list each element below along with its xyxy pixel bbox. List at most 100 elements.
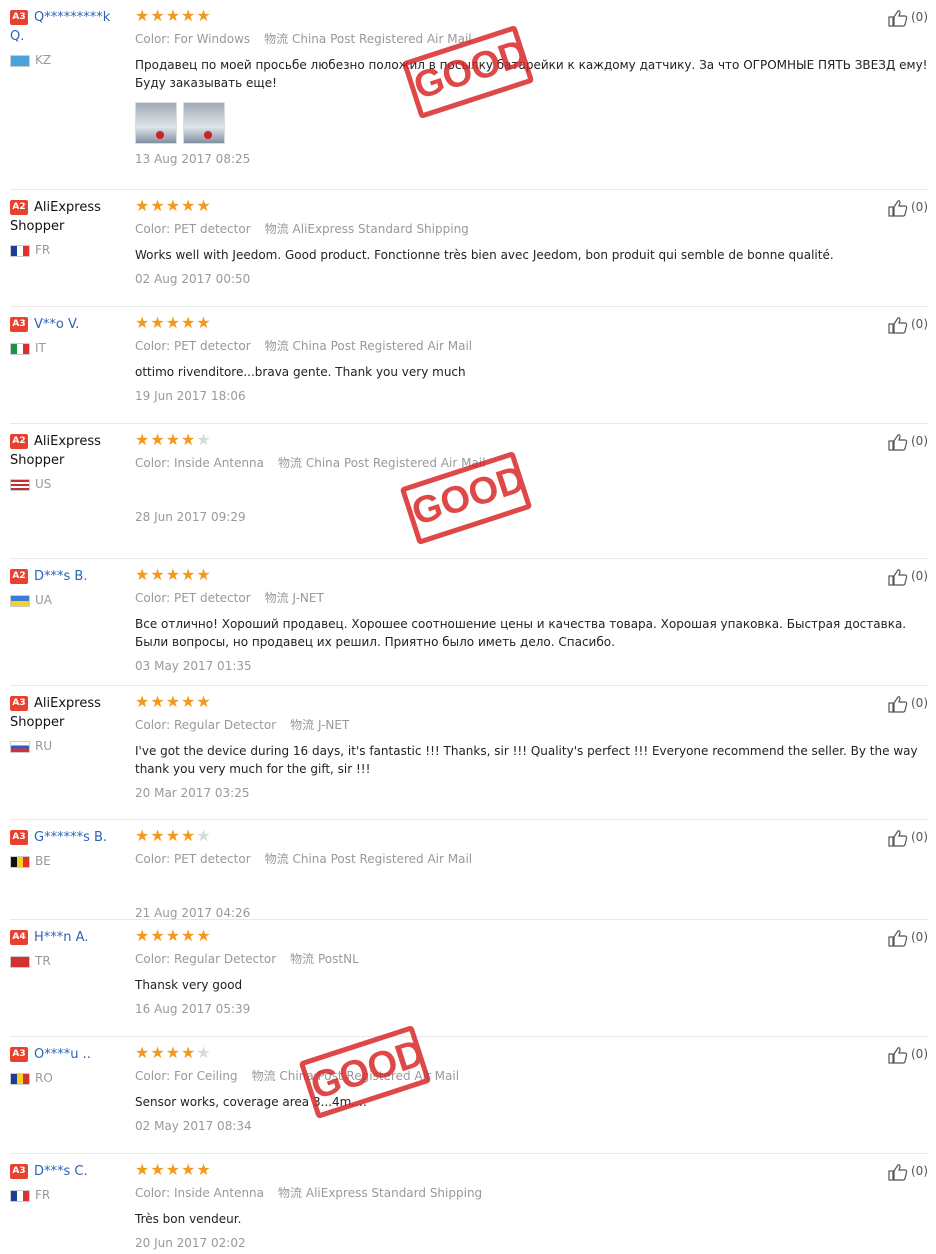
country-flag-icon: [10, 955, 30, 968]
buyer-level-badge: A3: [10, 10, 28, 25]
review-text-empty: [135, 880, 928, 898]
feedback-body: ★★★★★ Color: Regular Detector 物流 PostNL Tha…: [135, 926, 928, 1017]
buyer-level-badge: A4: [10, 930, 28, 945]
shipping-value: J-NET: [317, 718, 350, 732]
reviewer-info: A3 V**o V. IT: [10, 315, 128, 355]
review-date: 19 Jun 2017 18:06: [135, 389, 246, 403]
star-icon: ★: [135, 692, 151, 711]
reviewer-name: A2 AliExpress Shopper: [10, 198, 128, 236]
reviewer-name[interactable]: A4 H***n A.: [10, 928, 128, 947]
helpful-button[interactable]: (0): [888, 198, 928, 217]
thumbs-up-icon: [888, 829, 911, 847]
order-info: Color: For Ceiling 物流 China Post Register…: [135, 1069, 928, 1083]
shipping-value: China Post Registered Air Mail: [305, 456, 486, 470]
star-icon: ★: [181, 826, 197, 845]
helpful-button[interactable]: (0): [888, 315, 928, 334]
reviewer-info: A3 Q*********k Q. KZ: [10, 8, 128, 67]
color-label: Color:: [135, 32, 171, 46]
star-rating: ★★★★★: [135, 694, 928, 710]
helpful-button[interactable]: (0): [888, 1045, 928, 1064]
star-icon: ★: [165, 565, 182, 584]
reviewer-country: KZ: [10, 53, 128, 67]
helpful-button[interactable]: (0): [888, 1162, 928, 1181]
shipping-label: 物流: [278, 456, 303, 470]
reviewer-country: US: [10, 477, 128, 491]
reviewer-country: RU: [10, 739, 128, 753]
country-flag-icon: [10, 1072, 30, 1085]
reviewer-country: TR: [10, 954, 128, 968]
review-item: A3 D***s C. FR ★★★★★ Color: Inside Antenna 物流…: [10, 1154, 928, 1254]
star-rating: ★★★★★: [135, 8, 928, 24]
country-code: RU: [35, 739, 53, 753]
shipping-label: 物流: [290, 952, 315, 966]
reviewer-name[interactable]: A3 Q*********k Q.: [10, 8, 128, 46]
buyer-level-badge: A3: [10, 696, 28, 711]
review-text: Все отлично! Хороший продавец. Хорошее с…: [135, 617, 907, 649]
country-code: FR: [35, 243, 51, 257]
helpful-count: (0): [911, 317, 928, 331]
star-rating: ★★★★★: [135, 1162, 928, 1178]
reviewer-name: A3 AliExpress Shopper: [10, 694, 128, 732]
color-value: Inside Antenna: [174, 1186, 265, 1200]
shipping-value: AliExpress Standard Shipping: [305, 1186, 483, 1200]
color-label: Color:: [135, 1186, 171, 1200]
reviewer-name-text: O****u ..: [34, 1047, 91, 1062]
country-code: UA: [35, 593, 52, 607]
helpful-count: (0): [911, 696, 928, 710]
helpful-button[interactable]: (0): [888, 928, 928, 947]
color-value: PET detector: [174, 222, 251, 236]
country-code: FR: [35, 1188, 51, 1202]
country-code: US: [35, 477, 52, 491]
order-info: Color: Inside Antenna 物流 AliExpress Stand…: [135, 1186, 928, 1200]
helpful-button[interactable]: (0): [888, 694, 928, 713]
star-rating: ★★★★★: [135, 198, 928, 214]
review-text-empty: [135, 484, 928, 502]
reviewer-name-text: V**o V.: [34, 317, 80, 332]
shipping-value: China Post Registered Air Mail: [279, 1069, 460, 1083]
star-icon: ★: [181, 196, 197, 215]
shipping-label: 物流: [264, 32, 289, 46]
order-info: Color: For Windows 物流 China Post Register…: [135, 32, 928, 46]
color-value: For Ceiling: [174, 1069, 238, 1083]
color-label: Color:: [135, 718, 171, 732]
buyer-level-badge: A3: [10, 1164, 28, 1179]
star-icon: ★: [196, 565, 212, 584]
reviewer-name[interactable]: A3 V**o V.: [10, 315, 128, 334]
star-icon: ★: [150, 1160, 166, 1179]
country-flag-icon: [10, 855, 30, 868]
helpful-button[interactable]: (0): [888, 432, 928, 451]
helpful-button[interactable]: (0): [888, 828, 928, 847]
star-icon: ★: [150, 826, 166, 845]
review-item: A3 O****u .. RO ★★★★★ Color: For Ceiling 物流 C…: [10, 1037, 928, 1154]
review-photo-thumbnail[interactable]: [183, 102, 225, 144]
shipping-label: 物流: [264, 222, 289, 236]
buyer-level-badge: A2: [10, 569, 28, 584]
country-flag-icon: [10, 54, 30, 67]
country-flag-icon: [10, 244, 30, 257]
helpful-count: (0): [911, 434, 928, 448]
star-icon: ★: [135, 1160, 151, 1179]
review-item: A3 AliExpress Shopper RU ★★★★★ Color: Regula…: [10, 686, 928, 820]
shipping-value: China Post Registered Air Mail: [291, 32, 472, 46]
star-icon: ★: [165, 196, 182, 215]
star-icon: ★: [135, 826, 151, 845]
star-icon: ★: [165, 926, 182, 945]
reviewer-name[interactable]: A3 O****u ..: [10, 1045, 128, 1064]
reviewer-name: A2 AliExpress Shopper: [10, 432, 128, 470]
reviewer-name[interactable]: A2 D***s B.: [10, 567, 128, 586]
helpful-count: (0): [911, 830, 928, 844]
helpful-button[interactable]: (0): [888, 567, 928, 586]
review-date: 16 Aug 2017 05:39: [135, 1002, 251, 1016]
review-text: Продавец по моей просьбе любезно положил…: [135, 58, 928, 90]
review-photo-thumbnail[interactable]: [135, 102, 177, 144]
star-icon: ★: [150, 692, 166, 711]
color-label: Color:: [135, 1069, 171, 1083]
reviewer-name[interactable]: A3 G******s B.: [10, 828, 128, 847]
buyer-level-badge: A3: [10, 317, 28, 332]
star-icon: ★: [196, 313, 212, 332]
shipping-label: 物流: [278, 1186, 303, 1200]
helpful-button[interactable]: (0): [888, 8, 928, 27]
star-icon: ★: [135, 1043, 151, 1062]
review-date: 28 Jun 2017 09:29: [135, 510, 246, 524]
reviewer-name[interactable]: A3 D***s C.: [10, 1162, 128, 1181]
